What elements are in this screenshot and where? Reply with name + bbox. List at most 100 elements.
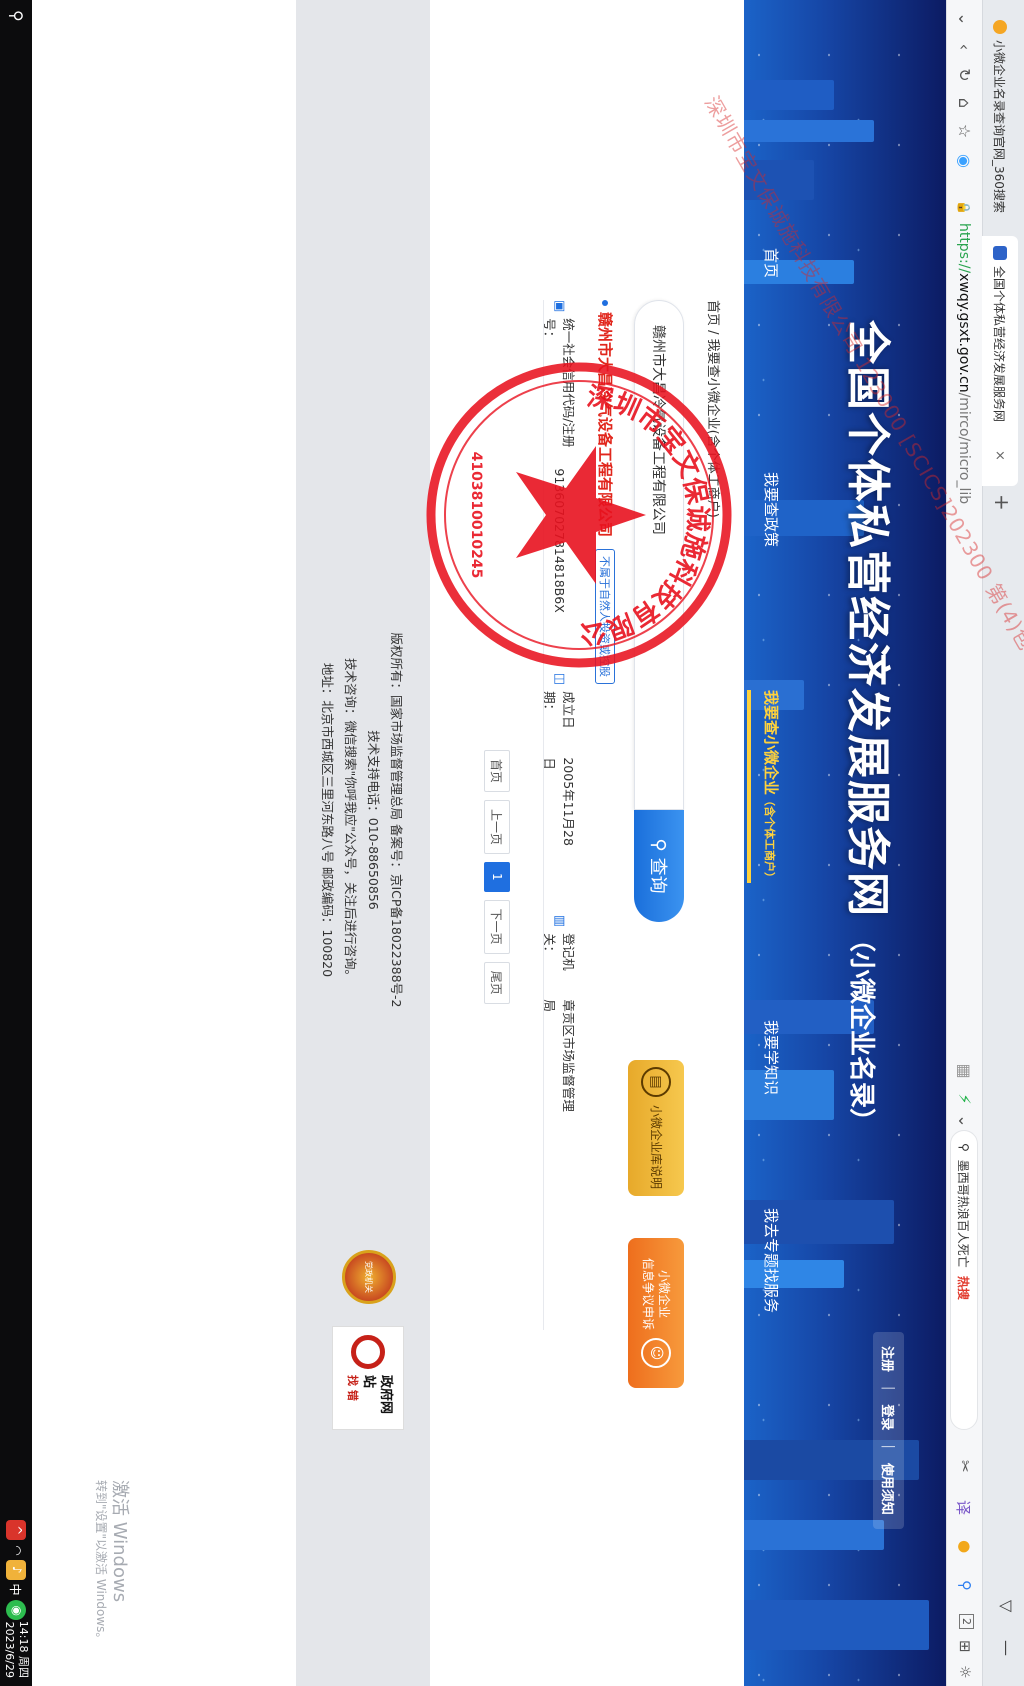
bullet-icon [602,300,609,306]
activate-windows-notice: 激活 Windows 转到"设置"以激活 Windows。 [94,1480,130,1644]
search-input[interactable]: 赣州市大昌冷气设备工程有限公司 [634,300,684,810]
authority-label: 登记机关： [542,933,576,971]
volume-icon[interactable]: ♪ [7,1566,24,1574]
nav-topics[interactable]: 我去专题找服务 [761,1208,782,1313]
tab-label: 小微企业名录查询官网_360搜索 [992,40,1007,213]
notification-icon[interactable]: ◉ [7,1606,24,1616]
minimize-icon[interactable]: — [997,1640,1016,1656]
wifi-icon[interactable]: ◠ [7,1545,24,1555]
brightness-icon[interactable]: ☼ [956,1665,974,1678]
pager-first[interactable]: 首页 [484,750,510,793]
expand-tray-icon[interactable]: ^ [7,1525,24,1535]
close-icon[interactable]: × [993,450,1008,461]
nav-enterprise-sublabel: （含个体工商户） [763,795,776,884]
enterprise-name-link[interactable]: 赣州市大昌冷气设备工程有限公司 [595,312,616,537]
pager-prev[interactable]: 上一页 [484,800,510,855]
activate-sub: 转到"设置"以激活 Windows。 [94,1480,109,1645]
site-title-main: 全国个体私营经济发展服务网 [842,320,893,918]
system-clock[interactable]: 14:18 周四 2023/6/29 [2,1621,30,1678]
dispute-card[interactable]: 小微企业 信息争议申诉 ☺ [628,1238,684,1388]
footer-address: 地址：北京市西城区三里河东路八号 邮政编码：100820 [320,662,335,978]
document-icon: ▤ [641,1066,671,1097]
apps-icon[interactable]: ⊞ [956,1640,974,1653]
investor-tag: 不属于自然人投资或控股 [595,549,616,685]
pager-current[interactable]: 1 [484,862,510,892]
card-label: 小微企业库说明 [649,1104,664,1189]
speedup-icon[interactable]: ⚡ [954,1088,976,1110]
tab-label: 全国个体私营经济发展服务网 [992,266,1007,423]
gov-site-error-badge[interactable]: 政府网站 找 错 [332,1326,404,1430]
result-item: 赣州市大昌冷气设备工程有限公司 不属于自然人投资或控股 ▣ 统一社会信用代码/注… [541,300,616,1120]
lock-icon: 🔒 [957,200,971,215]
search-icon[interactable]: ⚲ [7,10,26,22]
web-page: 全国个体私营经济发展服务网 （小微企业名录） 注册 | 登录 | 使用须知 首页… [32,0,946,1686]
windows-taskbar: ⚲ ^ ◠ ♪ 中 ◉ 14:18 周四 2023/6/29 [0,0,32,1686]
browser-tab-bar: 小微企业名录查询官网_360搜索 全国个体私营经济发展服务网 × + ▽ — [982,0,1024,1686]
breadcrumb: 首页 / 我要查小微企业(含个体工商户) [705,300,720,518]
back-icon[interactable]: ‹ [954,36,976,58]
main-nav: 首页 我要查政策 我要查小微企业（含个体工商户） 我要学知识 我去专题找服务 [744,0,792,1686]
user-links: 注册 | 登录 | 使用须知 [873,1332,904,1529]
new-tab-icon[interactable]: + [990,494,1014,511]
library-info-card[interactable]: ▤ 小微企业库说明 [628,1060,684,1196]
credit-code-value: 913607027814818B6X [552,468,568,613]
nav-learn[interactable]: 我要学知识 [761,1020,782,1095]
dropdown-icon[interactable]: ⌄ [954,1110,976,1132]
extension-icon[interactable]: ● [956,1540,974,1553]
pager-next[interactable]: 下一页 [484,899,510,954]
url-field[interactable]: 🔒 https:// xwqy.gsxt.gov.cn /mirco/micro… [951,200,977,1050]
separator: | [881,1444,896,1449]
url-host: xwqy.gsxt.gov.cn [956,273,972,393]
pager-last[interactable]: 尾页 [484,961,510,1004]
site-title: 全国个体私营经济发展服务网 （小微企业名录） [840,320,904,1134]
site-footer: 版权所有：国家市场监督管理总局 备案号：京ICP备18022388号-2 技术支… [296,0,430,1686]
tab-search[interactable]: 小微企业名录查询官网_360搜索 [982,10,1018,232]
credit-code-label: 统一社会信用代码/注册号： [542,318,576,448]
search-icon[interactable]: ⚲ [956,1580,974,1591]
footer-phone: 技术支持电话：010-88650856 [366,730,381,910]
qr-icon[interactable]: ▦ [954,1060,976,1082]
established-label: 成立日期： [542,691,576,729]
ime-icon[interactable]: 中 [7,1584,24,1596]
footer-copyright: 版权所有：国家市场监督管理总局 备案号：京ICP备18022388号-2 [389,632,404,1008]
star-icon[interactable]: ☆ [954,120,976,142]
translate-icon[interactable]: 译 [953,1500,974,1515]
nav-home[interactable]: 首页 [761,248,782,278]
home-icon[interactable]: ⌂ [954,92,976,114]
feedback-icon: ☺ [641,1338,671,1368]
url-scheme: https:// [956,222,972,274]
search-button[interactable]: ⚲ 查询 [634,810,684,922]
register-link[interactable]: 注册 [879,1346,898,1372]
badge-sub: 找 错 [345,1375,359,1401]
site-title-sub: （小微企业名录） [846,926,876,1135]
rotated-screen: 小微企业名录查询官网_360搜索 全国个体私营经济发展服务网 × + ▽ — ⌄… [0,0,1024,1686]
nav-policy[interactable]: 我要查政策 [761,472,782,547]
skin-icon[interactable]: ▽ [997,1600,1016,1612]
id-card-icon: ▣ [552,300,568,313]
clock-time: 14:18 周四 [17,1620,30,1678]
tab-count-badge[interactable]: 2 [959,1614,974,1629]
clock-date: 2023/6/29 [3,1621,16,1678]
scissors-icon[interactable]: ✂ [956,1460,974,1473]
nav-enterprise-search[interactable]: 我要查小微企业（含个体工商户） [747,690,782,884]
refresh-icon[interactable]: ↻ [954,64,976,86]
pagination: 首页 上一页 1 下一页 尾页 [484,750,510,1004]
search-icon: ⚲ [648,838,670,852]
hot-news-search[interactable]: ⚲ 墨西哥热浪百人死亡 热搜 [950,1130,978,1430]
site-banner: 全国个体私营经济发展服务网 （小微企业名录） 注册 | 登录 | 使用须知 首页… [744,0,946,1686]
tab-site[interactable]: 全国个体私营经济发展服务网 × [982,236,1018,486]
menu-chevron-icon[interactable]: ⌄ [954,8,976,30]
badge-label: 党政机关 [364,1261,374,1293]
search-icon: ⚲ [957,1143,971,1152]
system-tray: ^ ◠ ♪ 中 ◉ [7,1525,24,1616]
search-button-label: 查询 [647,857,668,894]
party-gov-badge[interactable]: 党政机关 [342,1250,396,1304]
separator: | [881,1386,896,1391]
building-icon: ▥ [552,914,568,928]
search-row: 赣州市大昌冷气设备工程有限公司 ⚲ 查询 [634,300,684,922]
magnifier-icon [351,1335,385,1369]
login-link[interactable]: 登录 [879,1404,898,1430]
url-path: /mirco/micro_lib [956,392,972,505]
card-label: 小微企业 信息争议申诉 [641,1257,672,1330]
notice-link[interactable]: 使用须知 [879,1463,898,1515]
